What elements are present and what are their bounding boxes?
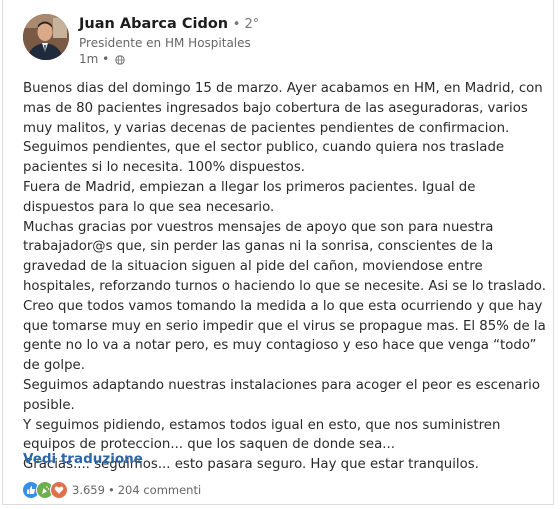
comments-count[interactable]: 204 commenti <box>118 483 201 497</box>
author-headline: Presidente en HM Hospitales <box>79 36 251 50</box>
author-name-line: Juan Abarca Cidon • 2° <box>79 16 259 32</box>
post-paragraph: Buenos dias del domingo 15 de marzo. Aye… <box>23 81 543 176</box>
post-paragraph: Muchas gracias por vuestros mensajes de … <box>23 219 546 294</box>
post-paragraph: Fuera de Madrid, empiezan a llegar los p… <box>23 179 476 215</box>
love-icon <box>50 481 68 499</box>
author-avatar[interactable] <box>23 14 69 60</box>
reactions-summary[interactable] <box>22 481 68 499</box>
post-text: Buenos dias del domingo 15 de marzo. Aye… <box>23 79 548 475</box>
post-card: Juan Abarca Cidon • 2° Presidente en HM … <box>2 0 554 505</box>
post-paragraph: Y seguimos pidiendo, estamos todos igual… <box>23 417 501 453</box>
globe-icon <box>115 55 125 65</box>
see-translation-link[interactable]: Vedi traduzione <box>23 451 143 467</box>
reaction-count[interactable]: 3.659 <box>72 483 105 497</box>
post-time-label: 1m • <box>79 52 110 66</box>
post-time: 1m • <box>79 52 125 66</box>
separator: • <box>107 483 115 497</box>
post-paragraph: Creo que todos vamos tomando la medida a… <box>23 298 546 374</box>
author-name[interactable]: Juan Abarca Cidon <box>79 16 228 32</box>
post-header: Juan Abarca Cidon • 2° Presidente en HM … <box>23 14 523 66</box>
social-counts: 3.659 • 204 commenti <box>22 480 201 500</box>
connection-degree: • 2° <box>232 17 260 32</box>
post-paragraph: Seguimos adaptando nuestras instalacione… <box>23 377 540 413</box>
avatar-photo <box>23 14 69 60</box>
